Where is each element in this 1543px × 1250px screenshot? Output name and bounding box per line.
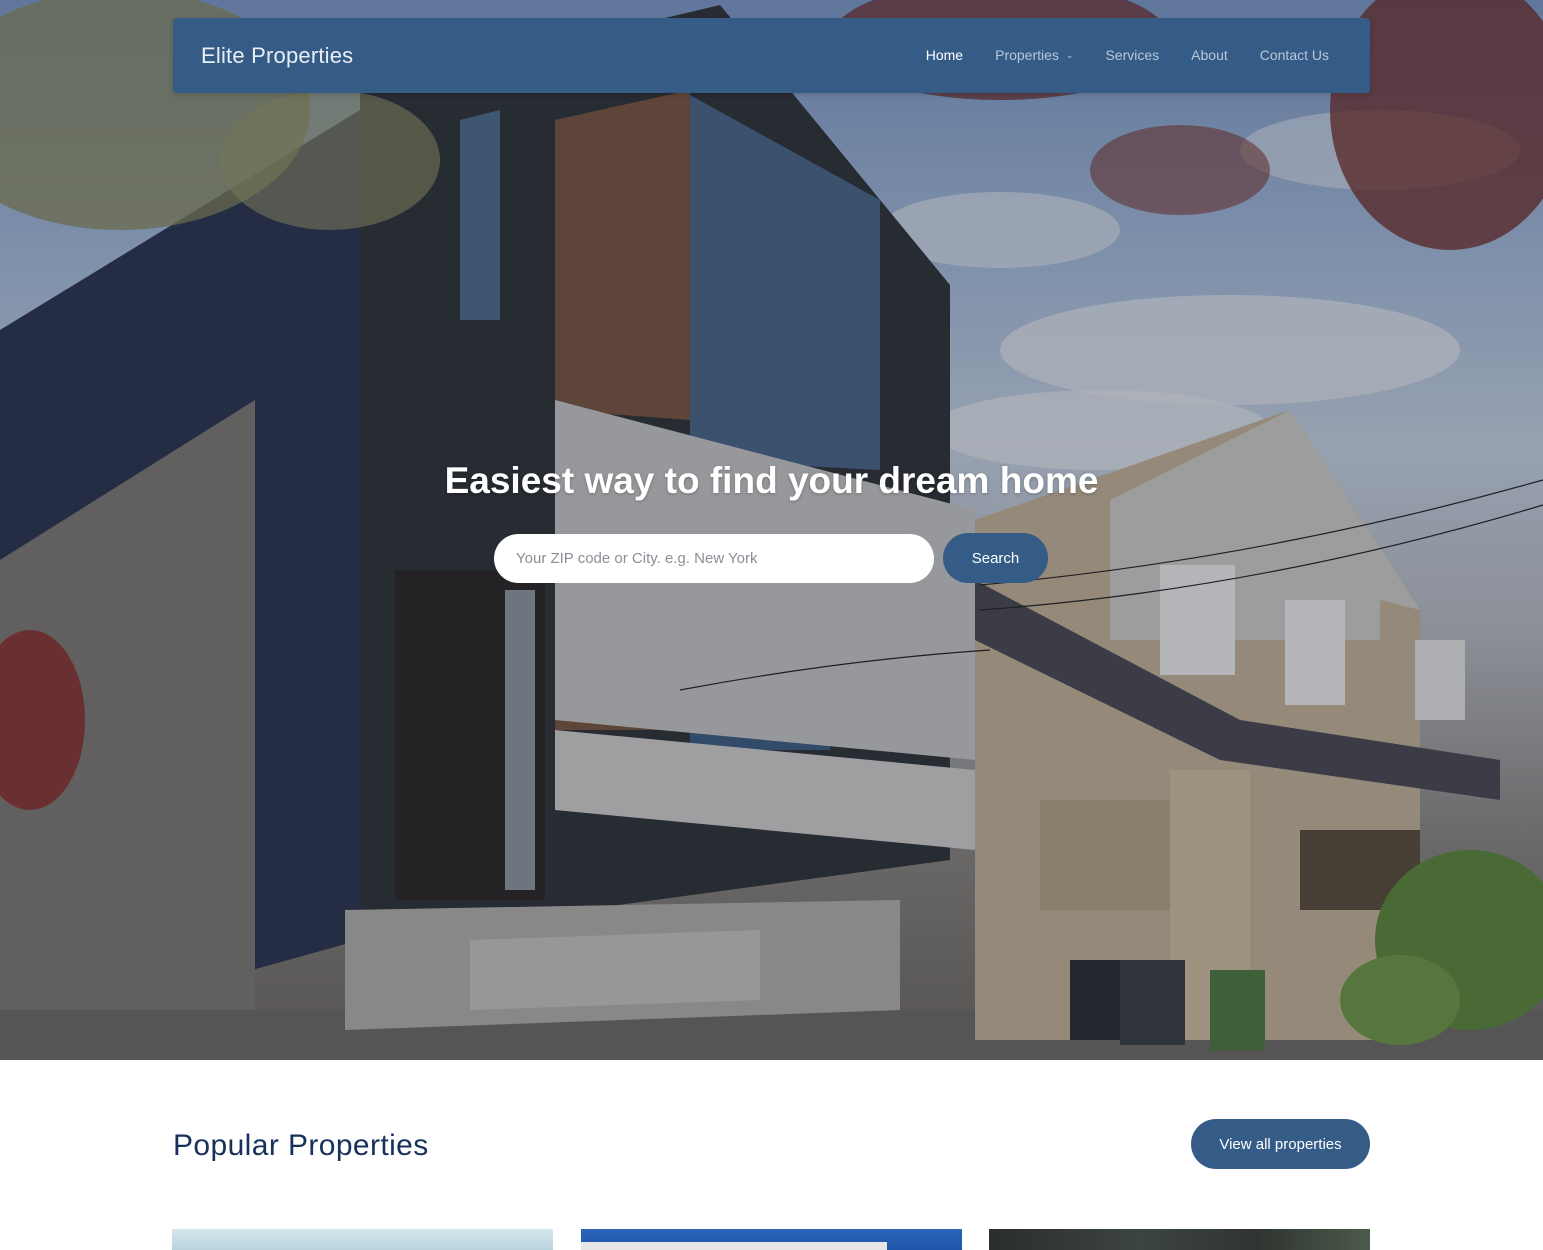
property-card-image[interactable] (989, 1229, 1370, 1250)
chevron-down-icon: ⌄ (1065, 50, 1074, 60)
property-cards (0, 1229, 1543, 1250)
popular-properties-title: Popular Properties (173, 1129, 429, 1162)
property-card-image[interactable] (581, 1229, 962, 1250)
search-input[interactable] (494, 533, 934, 583)
nav-link-about[interactable]: About (1191, 47, 1228, 63)
nav-item-about: About (1191, 47, 1228, 65)
nav-item-services: Services (1105, 47, 1159, 65)
nav-link-properties-label: Properties (995, 46, 1059, 63)
nav-link-properties[interactable]: Properties ⌄ (995, 47, 1073, 63)
nav-link-contact[interactable]: Contact Us (1260, 47, 1329, 63)
nav-link-home[interactable]: Home (926, 47, 963, 63)
search-form: Search (494, 533, 1048, 583)
nav-link-services[interactable]: Services (1105, 47, 1159, 63)
hero-section: Elite Properties Home Properties ⌄ Servi… (0, 0, 1543, 1060)
search-button[interactable]: Search (943, 533, 1048, 583)
brand-logo[interactable]: Elite Properties (201, 43, 353, 69)
navbar: Elite Properties Home Properties ⌄ Servi… (173, 18, 1370, 93)
hero-title: Easiest way to find your dream home (444, 460, 1099, 501)
nav-item-contact: Contact Us (1260, 47, 1329, 65)
view-all-properties-button[interactable]: View all properties (1191, 1119, 1370, 1169)
nav-menu: Home Properties ⌄ Services About Contact… (894, 47, 1329, 65)
nav-item-properties: Properties ⌄ (995, 47, 1073, 65)
property-card-image[interactable] (172, 1229, 553, 1250)
nav-item-home: Home (926, 47, 963, 65)
hero-overlay (0, 0, 1543, 1060)
